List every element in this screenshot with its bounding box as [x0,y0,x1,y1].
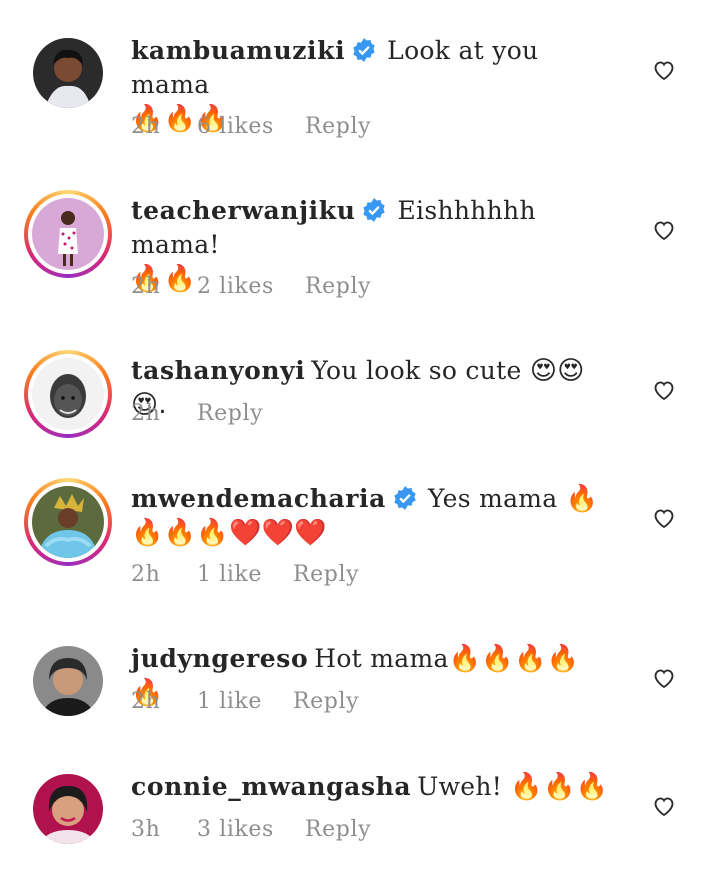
comment-likes[interactable]: 1 like [197,689,293,714]
heart-outline-icon[interactable] [652,506,676,530]
avatar[interactable] [24,190,112,278]
reply-button[interactable]: Reply [305,114,371,139]
reply-button[interactable]: Reply [293,562,359,587]
comment-time: 2h [131,114,161,139]
reply-button[interactable]: Reply [197,401,263,426]
comment-text: Yes mama [427,484,558,513]
avatar[interactable] [24,350,112,438]
comment-item: judyngereso Hot mama🔥🔥🔥🔥🔥 2h 1 like Reply [0,608,720,748]
comment-time: 2h [131,401,161,426]
comment-likes[interactable]: 1 like [197,562,293,587]
avatar[interactable] [24,478,112,566]
heart-outline-icon[interactable] [652,378,676,402]
reply-button[interactable]: Reply [305,274,371,299]
comment-time: 2h [131,689,161,714]
comment-username[interactable]: teacherwanjiku [131,196,355,225]
comment-item: teacherwanjiku Eishhhhhh mama! 🔥🔥 2h 2 lik… [0,160,720,320]
heart-outline-icon[interactable] [652,218,676,242]
reply-button[interactable]: Reply [293,689,359,714]
comment-time: 2h [131,562,161,587]
comment-item: connie_mwangasha Uweh! 🔥🔥🔥 3h 3 likes Reply [0,736,720,878]
comment-username[interactable]: tashanyonyi [131,356,305,385]
verified-badge-icon [363,198,386,222]
heart-outline-icon[interactable] [652,666,676,690]
comment-username[interactable]: connie_mwangasha [131,772,411,801]
comment-time: 3h [131,817,161,842]
verified-badge-icon [394,486,416,510]
avatar[interactable] [33,774,103,844]
comment-text: You look so cute [311,356,522,385]
verified-badge-icon [353,38,375,62]
comment-text: Uweh! [417,772,503,801]
reply-button[interactable]: Reply [305,817,371,842]
comment-time: 2h [131,274,161,299]
comment-item: kambuamuziki Look at you mama 🔥🔥🔥 2h 6 lik… [0,0,720,160]
comment-username[interactable]: judyngereso [131,644,308,673]
comment-username[interactable]: mwendemacharia [131,484,386,513]
comment-item: mwendemacharia Yes mama 🔥🔥🔥🔥❤️❤️❤️ 2h 1 li… [0,448,720,618]
comment-username[interactable]: kambuamuziki [131,36,345,65]
heart-outline-icon[interactable] [652,794,676,818]
heart-outline-icon[interactable] [652,58,676,82]
comment-item: tashanyonyi You look so cute 😍😍😍. 2h Reply [0,320,720,460]
comment-likes[interactable]: 6 likes [197,114,305,139]
avatar[interactable] [33,646,103,716]
avatar[interactable] [33,38,103,108]
comment-likes[interactable]: 2 likes [197,274,305,299]
comment-likes[interactable]: 3 likes [197,817,305,842]
comment-text: Hot mama [314,644,449,673]
comment-emoji: 🔥🔥🔥 [510,772,609,802]
